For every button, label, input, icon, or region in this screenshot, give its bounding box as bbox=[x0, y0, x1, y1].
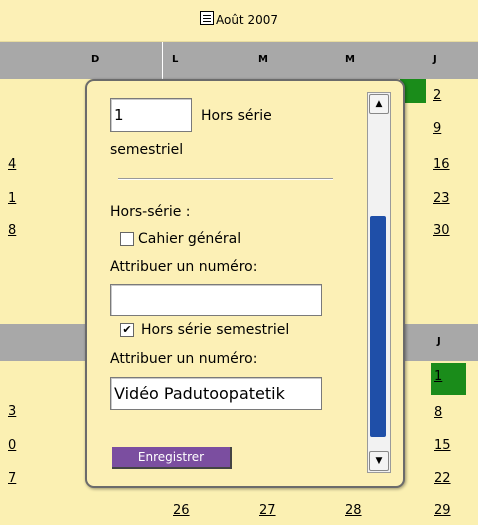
section-title: Hors-série : bbox=[110, 204, 191, 220]
attribuer-numero-label-2: Attribuer un numéro: bbox=[110, 351, 258, 367]
date-link[interactable]: 22 bbox=[434, 471, 451, 486]
date-link[interactable]: 26 bbox=[173, 503, 190, 518]
hors-serie-semestriel-label: Hors série semestriel bbox=[141, 322, 290, 338]
hors-serie-number-input[interactable]: Vidéo Padutoopatetik bbox=[110, 377, 322, 410]
date-link[interactable]: 0 bbox=[8, 438, 16, 453]
scroll-thumb[interactable] bbox=[370, 216, 386, 437]
day-header-d: D bbox=[91, 54, 100, 65]
cahier-general-number-input[interactable] bbox=[110, 284, 322, 316]
issue-edit-popup: 1 Hors série semestriel Hors-série : Cah… bbox=[85, 79, 405, 488]
date-link[interactable]: 3 bbox=[8, 404, 16, 419]
date-link[interactable]: 2 bbox=[433, 88, 441, 103]
date-link[interactable]: 15 bbox=[434, 438, 451, 453]
date-link[interactable]: 29 bbox=[434, 503, 451, 518]
day-header-m1: M bbox=[258, 54, 268, 65]
date-link[interactable]: 4 bbox=[8, 157, 16, 172]
popup-scrollbar[interactable]: ▲ ▼ bbox=[367, 92, 391, 473]
issue-label: Hors série bbox=[201, 108, 272, 124]
month-title: Août 2007 bbox=[215, 13, 278, 27]
attribuer-numero-label: Attribuer un numéro: bbox=[110, 259, 258, 275]
date-link[interactable]: 30 bbox=[433, 223, 450, 238]
cahier-general-label: Cahier général bbox=[138, 231, 242, 247]
date-link[interactable]: 1 bbox=[8, 191, 16, 206]
day-header-m2: M bbox=[345, 54, 355, 65]
separator bbox=[118, 178, 333, 180]
calendar-title-bar: Août 2007 bbox=[0, 0, 478, 42]
hors-serie-semestriel-checkbox[interactable]: ✔ bbox=[120, 323, 134, 337]
date-link[interactable]: 28 bbox=[345, 503, 362, 518]
date-link[interactable]: 7 bbox=[8, 471, 16, 486]
column-divider bbox=[162, 42, 163, 79]
date-link[interactable]: 23 bbox=[433, 191, 450, 206]
date-link[interactable]: 8 bbox=[434, 405, 442, 420]
cahier-general-checkbox[interactable] bbox=[120, 232, 134, 246]
issue-label-cont: semestriel bbox=[110, 142, 184, 158]
issue-number-input[interactable]: 1 bbox=[110, 98, 192, 132]
date-link[interactable]: 16 bbox=[433, 157, 450, 172]
save-button[interactable]: Enregistrer bbox=[112, 447, 232, 469]
day-header-l: L bbox=[172, 54, 179, 65]
day-header-lower-j: J bbox=[437, 336, 441, 347]
scroll-up-icon[interactable]: ▲ bbox=[369, 94, 389, 114]
scroll-down-icon[interactable]: ▼ bbox=[369, 451, 389, 471]
date-link[interactable]: 27 bbox=[259, 503, 276, 518]
date-link[interactable]: 1 bbox=[434, 369, 442, 384]
date-link[interactable]: 9 bbox=[433, 121, 441, 136]
day-header-top: D L M M J bbox=[0, 42, 478, 79]
date-link[interactable]: 8 bbox=[8, 223, 16, 238]
day-header-j: J bbox=[433, 54, 437, 65]
calendar-icon bbox=[199, 11, 214, 25]
